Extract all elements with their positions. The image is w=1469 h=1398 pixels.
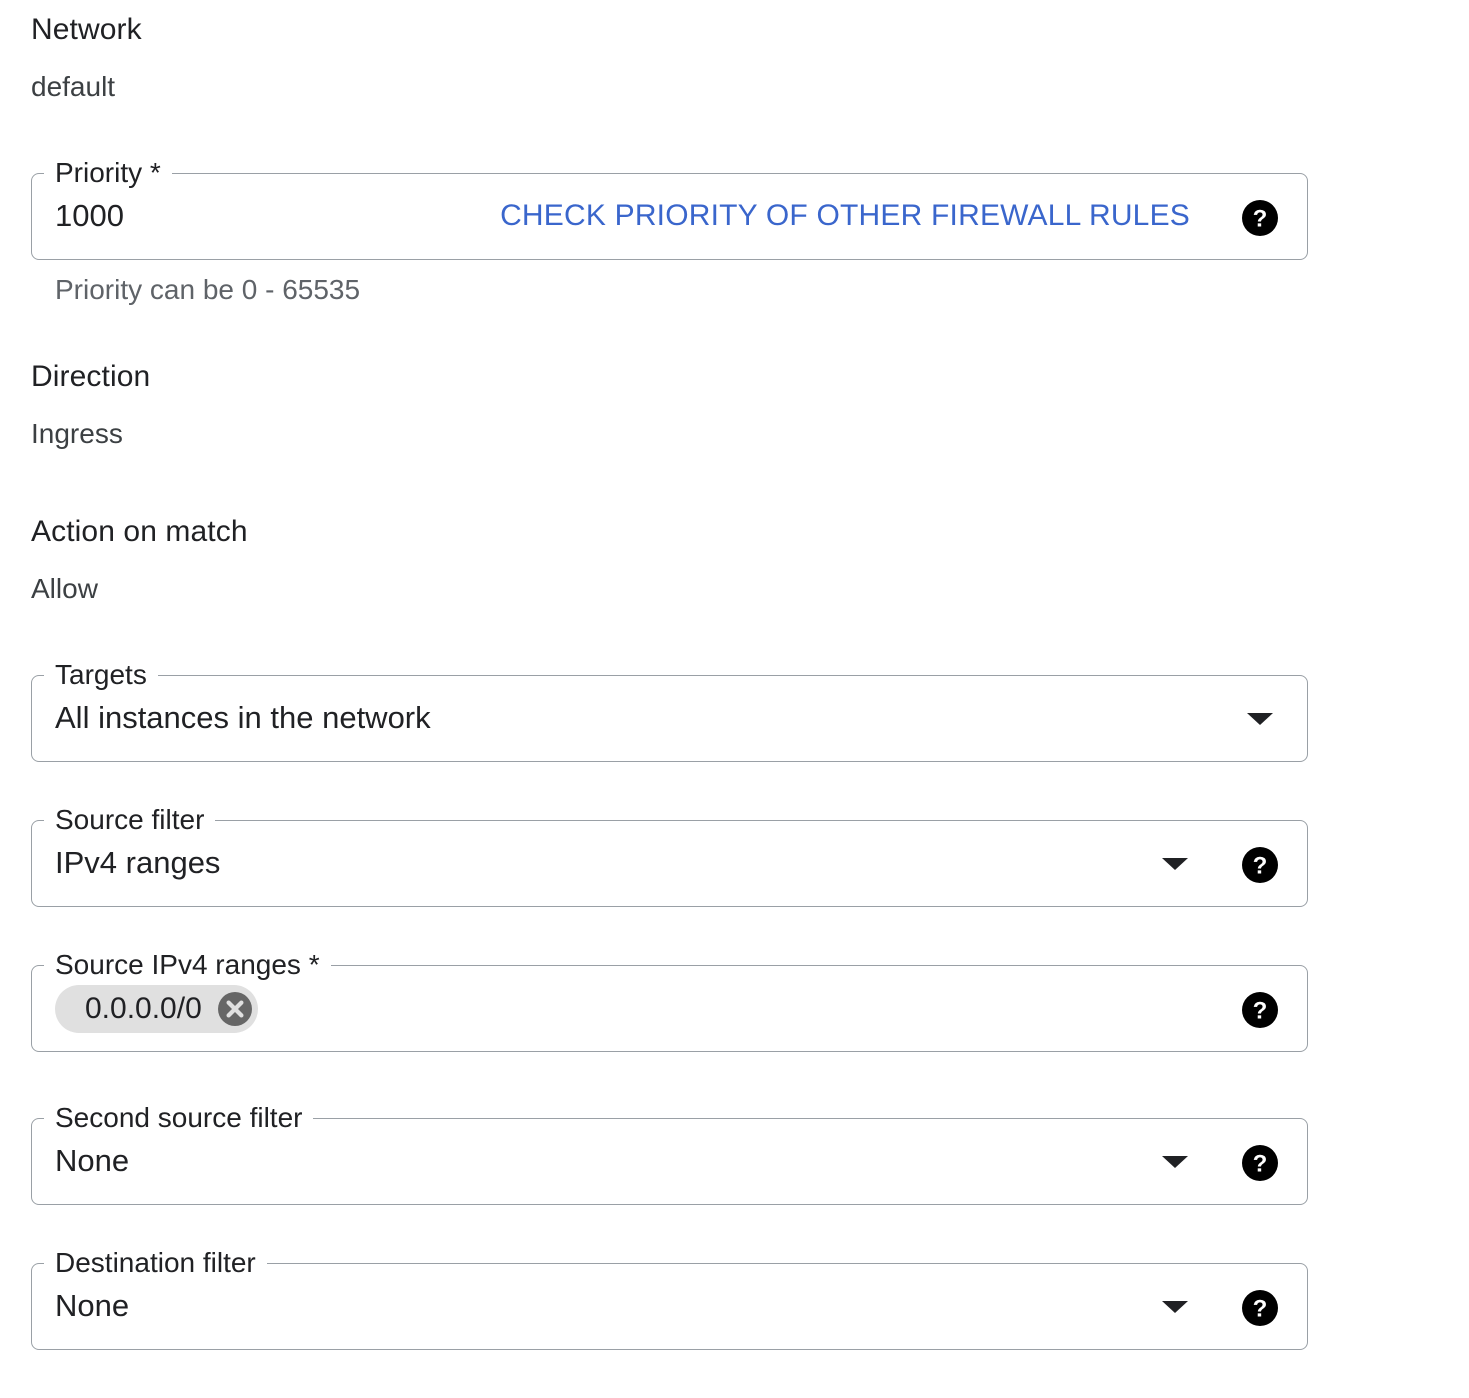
svg-text:?: ? bbox=[1253, 1295, 1268, 1322]
destination-filter-field-label: Destination filter bbox=[44, 1246, 267, 1280]
network-value: default bbox=[31, 71, 116, 102]
help-icon[interactable]: ? bbox=[1242, 847, 1278, 883]
dropdown-arrow-icon[interactable] bbox=[1247, 713, 1273, 725]
priority-field[interactable]: Priority * 1000 CHECK PRIORITY OF OTHER … bbox=[31, 156, 1308, 260]
destination-filter-value: None bbox=[55, 1288, 130, 1323]
second-source-filter-field-label: Second source filter bbox=[44, 1101, 314, 1135]
help-icon[interactable]: ? bbox=[1242, 1290, 1278, 1326]
network-label: Network bbox=[31, 13, 142, 46]
priority-field-label: Priority * bbox=[44, 156, 172, 190]
source-filter-value: IPv4 ranges bbox=[55, 845, 221, 880]
cancel-circle-icon[interactable] bbox=[217, 992, 252, 1026]
priority-hint: Priority can be 0 - 65535 bbox=[55, 274, 361, 305]
targets-select[interactable]: Targets All instances in the network bbox=[31, 658, 1308, 762]
action-value: Allow bbox=[31, 573, 98, 604]
priority-input[interactable]: 1000 bbox=[55, 200, 124, 231]
help-icon[interactable]: ? bbox=[1242, 992, 1278, 1028]
svg-text:?: ? bbox=[1253, 852, 1268, 879]
source-filter-select[interactable]: Source filter IPv4 ranges ? bbox=[31, 803, 1308, 907]
targets-field-label: Targets bbox=[44, 658, 158, 692]
action-label: Action on match bbox=[31, 515, 248, 548]
source-ranges-field[interactable]: Source IPv4 ranges * 0.0.0.0/0 ? bbox=[31, 948, 1308, 1052]
help-icon[interactable]: ? bbox=[1242, 1145, 1278, 1181]
help-icon[interactable]: ? bbox=[1242, 200, 1278, 236]
second-source-filter-select[interactable]: Second source filter None ? bbox=[31, 1101, 1308, 1205]
check-priority-link[interactable]: CHECK PRIORITY OF OTHER FIREWALL RULES bbox=[500, 201, 1190, 231]
source-filter-field-label: Source filter bbox=[44, 803, 216, 837]
dropdown-arrow-icon[interactable] bbox=[1162, 1301, 1188, 1313]
destination-filter-select[interactable]: Destination filter None ? bbox=[31, 1246, 1308, 1350]
dropdown-arrow-icon[interactable] bbox=[1162, 1156, 1188, 1168]
chip-label: 0.0.0.0/0 bbox=[85, 992, 202, 1025]
ip-range-chip: 0.0.0.0/0 bbox=[55, 985, 258, 1033]
direction-label: Direction bbox=[31, 360, 151, 393]
svg-text:?: ? bbox=[1253, 1150, 1268, 1177]
svg-text:?: ? bbox=[1253, 205, 1268, 232]
targets-value: All instances in the network bbox=[55, 700, 431, 735]
second-source-filter-value: None bbox=[55, 1143, 130, 1178]
dropdown-arrow-icon[interactable] bbox=[1162, 858, 1188, 870]
source-ranges-field-label: Source IPv4 ranges * bbox=[44, 948, 331, 982]
direction-value: Ingress bbox=[31, 418, 123, 449]
svg-text:?: ? bbox=[1253, 997, 1268, 1024]
